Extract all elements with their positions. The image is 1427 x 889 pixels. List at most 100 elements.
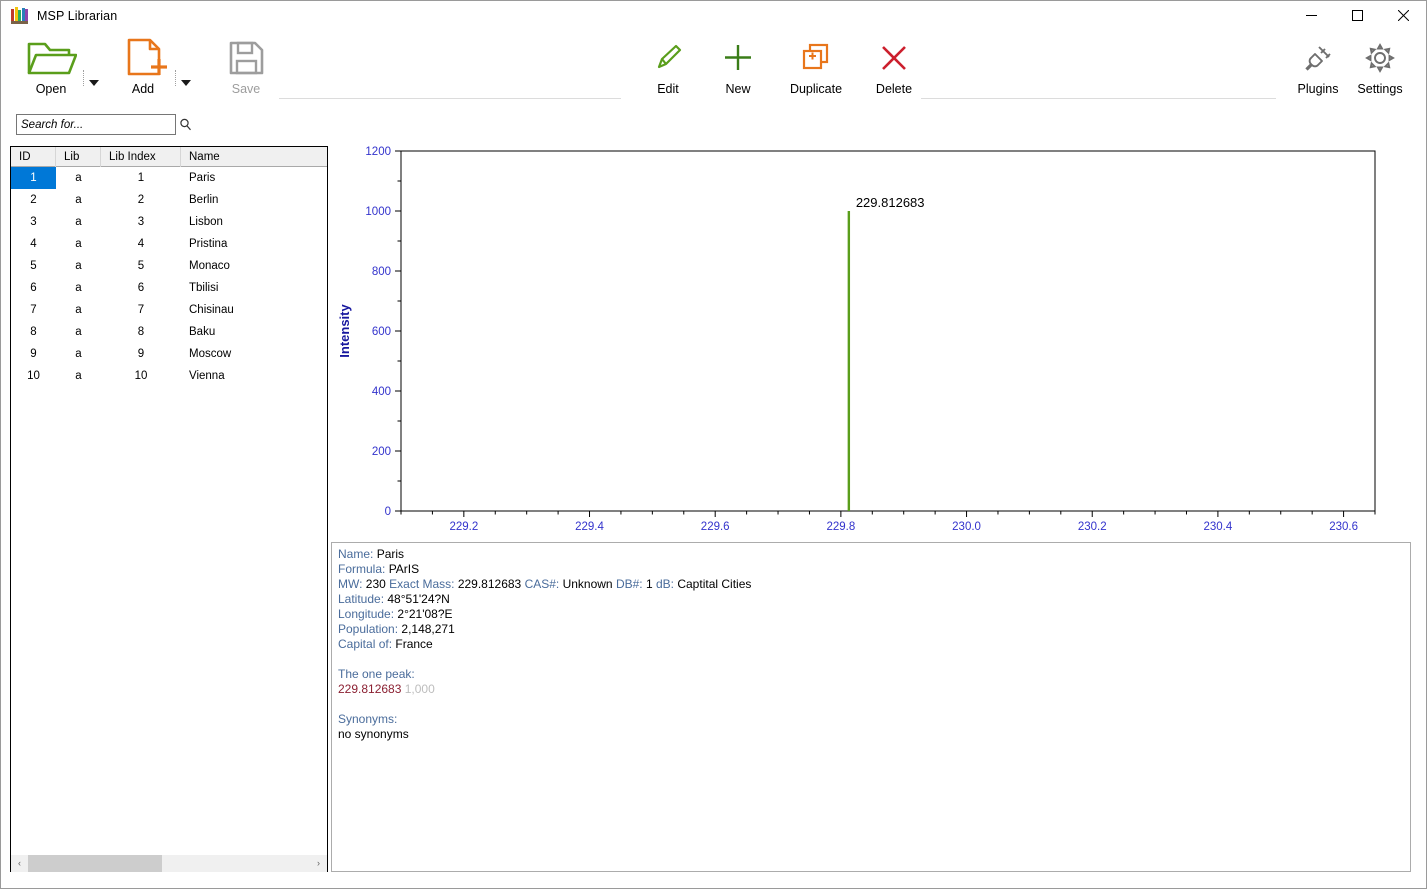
record-detail-panel[interactable]: Name: ParisFormula: PArISMW: 230 Exact M… [331, 542, 1411, 872]
settings-label: Settings [1357, 82, 1402, 96]
cell-id[interactable]: 9 [11, 343, 56, 365]
cell-lib[interactable]: a [56, 189, 101, 211]
cell-id[interactable]: 7 [11, 299, 56, 321]
scroll-left-arrow[interactable]: ‹ [11, 855, 28, 872]
cell-name[interactable]: Moscow [181, 343, 327, 365]
y-axis-tick-label: 200 [372, 446, 391, 458]
cell-id[interactable]: 6 [11, 277, 56, 299]
scroll-right-arrow[interactable]: › [310, 855, 327, 872]
cell-lib[interactable]: a [56, 321, 101, 343]
edit-label: Edit [657, 82, 679, 96]
column-header-lib-index[interactable]: Lib Index [101, 147, 181, 167]
settings-button[interactable]: Settings [1349, 30, 1411, 96]
cell-lib[interactable]: a [56, 299, 101, 321]
duplicate-button[interactable]: Duplicate [779, 30, 853, 96]
table-row[interactable]: 1a1Paris [11, 167, 327, 189]
table-row[interactable]: 7a7Chisinau [11, 299, 327, 321]
table-row[interactable]: 10a10Vienna [11, 365, 327, 387]
new-button[interactable]: New [709, 30, 767, 96]
scroll-track[interactable] [28, 855, 310, 872]
toolbar-divider-left [279, 98, 621, 99]
window-controls [1288, 1, 1426, 30]
table-row[interactable]: 3a3Lisbon [11, 211, 327, 233]
cell-name[interactable]: Berlin [181, 189, 327, 211]
column-header-lib[interactable]: Lib [56, 147, 101, 167]
list-body: 1a1Paris2a2Berlin3a3Lisbon4a4Pristina5a5… [11, 167, 327, 854]
add-button[interactable]: Add [111, 30, 175, 96]
spectrum-chart[interactable]: 020040060080010001200229.2229.4229.6229.… [331, 141, 1411, 536]
delete-button[interactable]: Delete [865, 30, 923, 96]
minimize-button[interactable] [1288, 1, 1334, 30]
cell-name[interactable]: Monaco [181, 255, 327, 277]
table-row[interactable]: 6a6Tbilisi [11, 277, 327, 299]
add-dropdown[interactable] [175, 30, 197, 102]
list-horizontal-scrollbar[interactable]: ‹ › [11, 854, 327, 871]
detail-val-text: 2°21'08?E [397, 607, 452, 621]
save-floppy-icon [223, 36, 269, 80]
cell-name[interactable]: Paris [181, 167, 327, 189]
cell-lib-index[interactable]: 7 [101, 299, 181, 321]
cell-id[interactable]: 2 [11, 189, 56, 211]
column-header-id[interactable]: ID [11, 147, 56, 167]
cell-name[interactable]: Chisinau [181, 299, 327, 321]
cell-lib-index[interactable]: 9 [101, 343, 181, 365]
detail-lbl-text: MW: [338, 577, 366, 591]
detail-lbl-text: Synonyms: [338, 712, 397, 726]
cell-lib[interactable]: a [56, 277, 101, 299]
column-header-name[interactable]: Name [181, 147, 327, 167]
cell-lib-index[interactable]: 8 [101, 321, 181, 343]
maximize-button[interactable] [1334, 1, 1380, 30]
detail-val-text: 2,148,271 [401, 622, 454, 636]
app-window: MSP Librarian [0, 0, 1427, 889]
duplicate-label: Duplicate [790, 82, 842, 96]
table-row[interactable]: 8a8Baku [11, 321, 327, 343]
save-button[interactable]: Save [217, 30, 275, 96]
cell-lib-index[interactable]: 2 [101, 189, 181, 211]
cell-lib-index[interactable]: 4 [101, 233, 181, 255]
cell-lib[interactable]: a [56, 365, 101, 387]
cell-name[interactable]: Lisbon [181, 211, 327, 233]
cell-lib[interactable]: a [56, 211, 101, 233]
cell-name[interactable]: Vienna [181, 365, 327, 387]
cell-lib-index[interactable]: 3 [101, 211, 181, 233]
cell-lib[interactable]: a [56, 233, 101, 255]
cell-id[interactable]: 1 [11, 167, 56, 189]
cell-lib[interactable]: a [56, 167, 101, 189]
cell-id[interactable]: 4 [11, 233, 56, 255]
open-separator [83, 70, 84, 86]
window-title: MSP Librarian [37, 9, 117, 23]
detail-lbl-text: DB#: [616, 577, 646, 591]
cell-id[interactable]: 10 [11, 365, 56, 387]
table-row[interactable]: 5a5Monaco [11, 255, 327, 277]
close-button[interactable] [1380, 1, 1426, 30]
detail-lbl-text: The one peak: [338, 667, 415, 681]
toolbar: Open Add [1, 30, 1426, 108]
spectrum-chart-svg[interactable]: 020040060080010001200229.2229.4229.6229.… [331, 141, 1411, 536]
cell-lib-index[interactable]: 6 [101, 277, 181, 299]
cell-name[interactable]: Tbilisi [181, 277, 327, 299]
cell-id[interactable]: 8 [11, 321, 56, 343]
cell-lib-index[interactable]: 10 [101, 365, 181, 387]
table-row[interactable]: 4a4Pristina [11, 233, 327, 255]
table-row[interactable]: 9a9Moscow [11, 343, 327, 365]
cell-lib-index[interactable]: 1 [101, 167, 181, 189]
cell-name[interactable]: Pristina [181, 233, 327, 255]
table-row[interactable]: 2a2Berlin [11, 189, 327, 211]
open-dropdown[interactable] [83, 30, 105, 102]
x-axis-tick-label: 230.0 [952, 521, 981, 533]
cell-id[interactable]: 3 [11, 211, 56, 233]
cell-name[interactable]: Baku [181, 321, 327, 343]
cell-id[interactable]: 5 [11, 255, 56, 277]
scroll-thumb[interactable] [28, 855, 162, 872]
cell-lib-index[interactable]: 5 [101, 255, 181, 277]
open-button[interactable]: Open [19, 30, 83, 96]
detail-val-text: Captital Cities [677, 577, 751, 591]
cell-lib[interactable]: a [56, 343, 101, 365]
search-input[interactable] [17, 118, 179, 132]
edit-button[interactable]: Edit [639, 30, 697, 96]
plugins-button[interactable]: Plugins [1289, 30, 1347, 96]
detail-lbl-text: dB: [656, 577, 677, 591]
cell-lib[interactable]: a [56, 255, 101, 277]
search-box[interactable] [16, 114, 176, 135]
detail-line: Synonyms: [338, 712, 1404, 727]
